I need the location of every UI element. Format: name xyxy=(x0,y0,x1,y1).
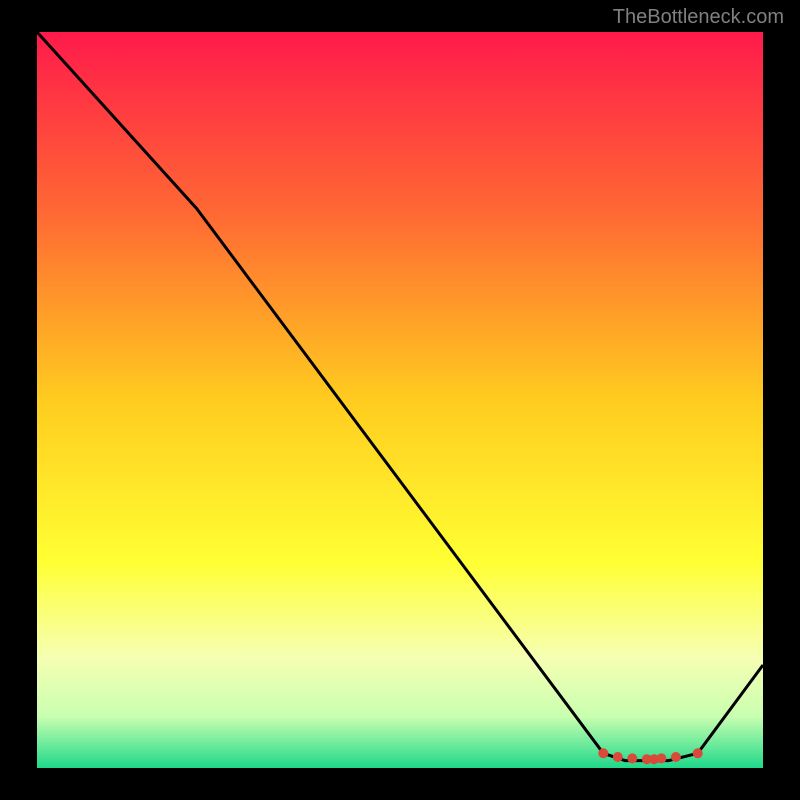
chart-marker xyxy=(671,752,681,762)
attribution-text: TheBottleneck.com xyxy=(613,6,784,29)
chart-marker xyxy=(693,748,703,758)
chart-marker xyxy=(598,748,608,758)
gradient-background xyxy=(37,32,763,768)
chart-svg xyxy=(37,32,763,768)
chart-marker xyxy=(613,752,623,762)
chart-marker xyxy=(627,753,637,763)
chart-marker xyxy=(656,753,666,763)
chart-area xyxy=(37,32,763,768)
